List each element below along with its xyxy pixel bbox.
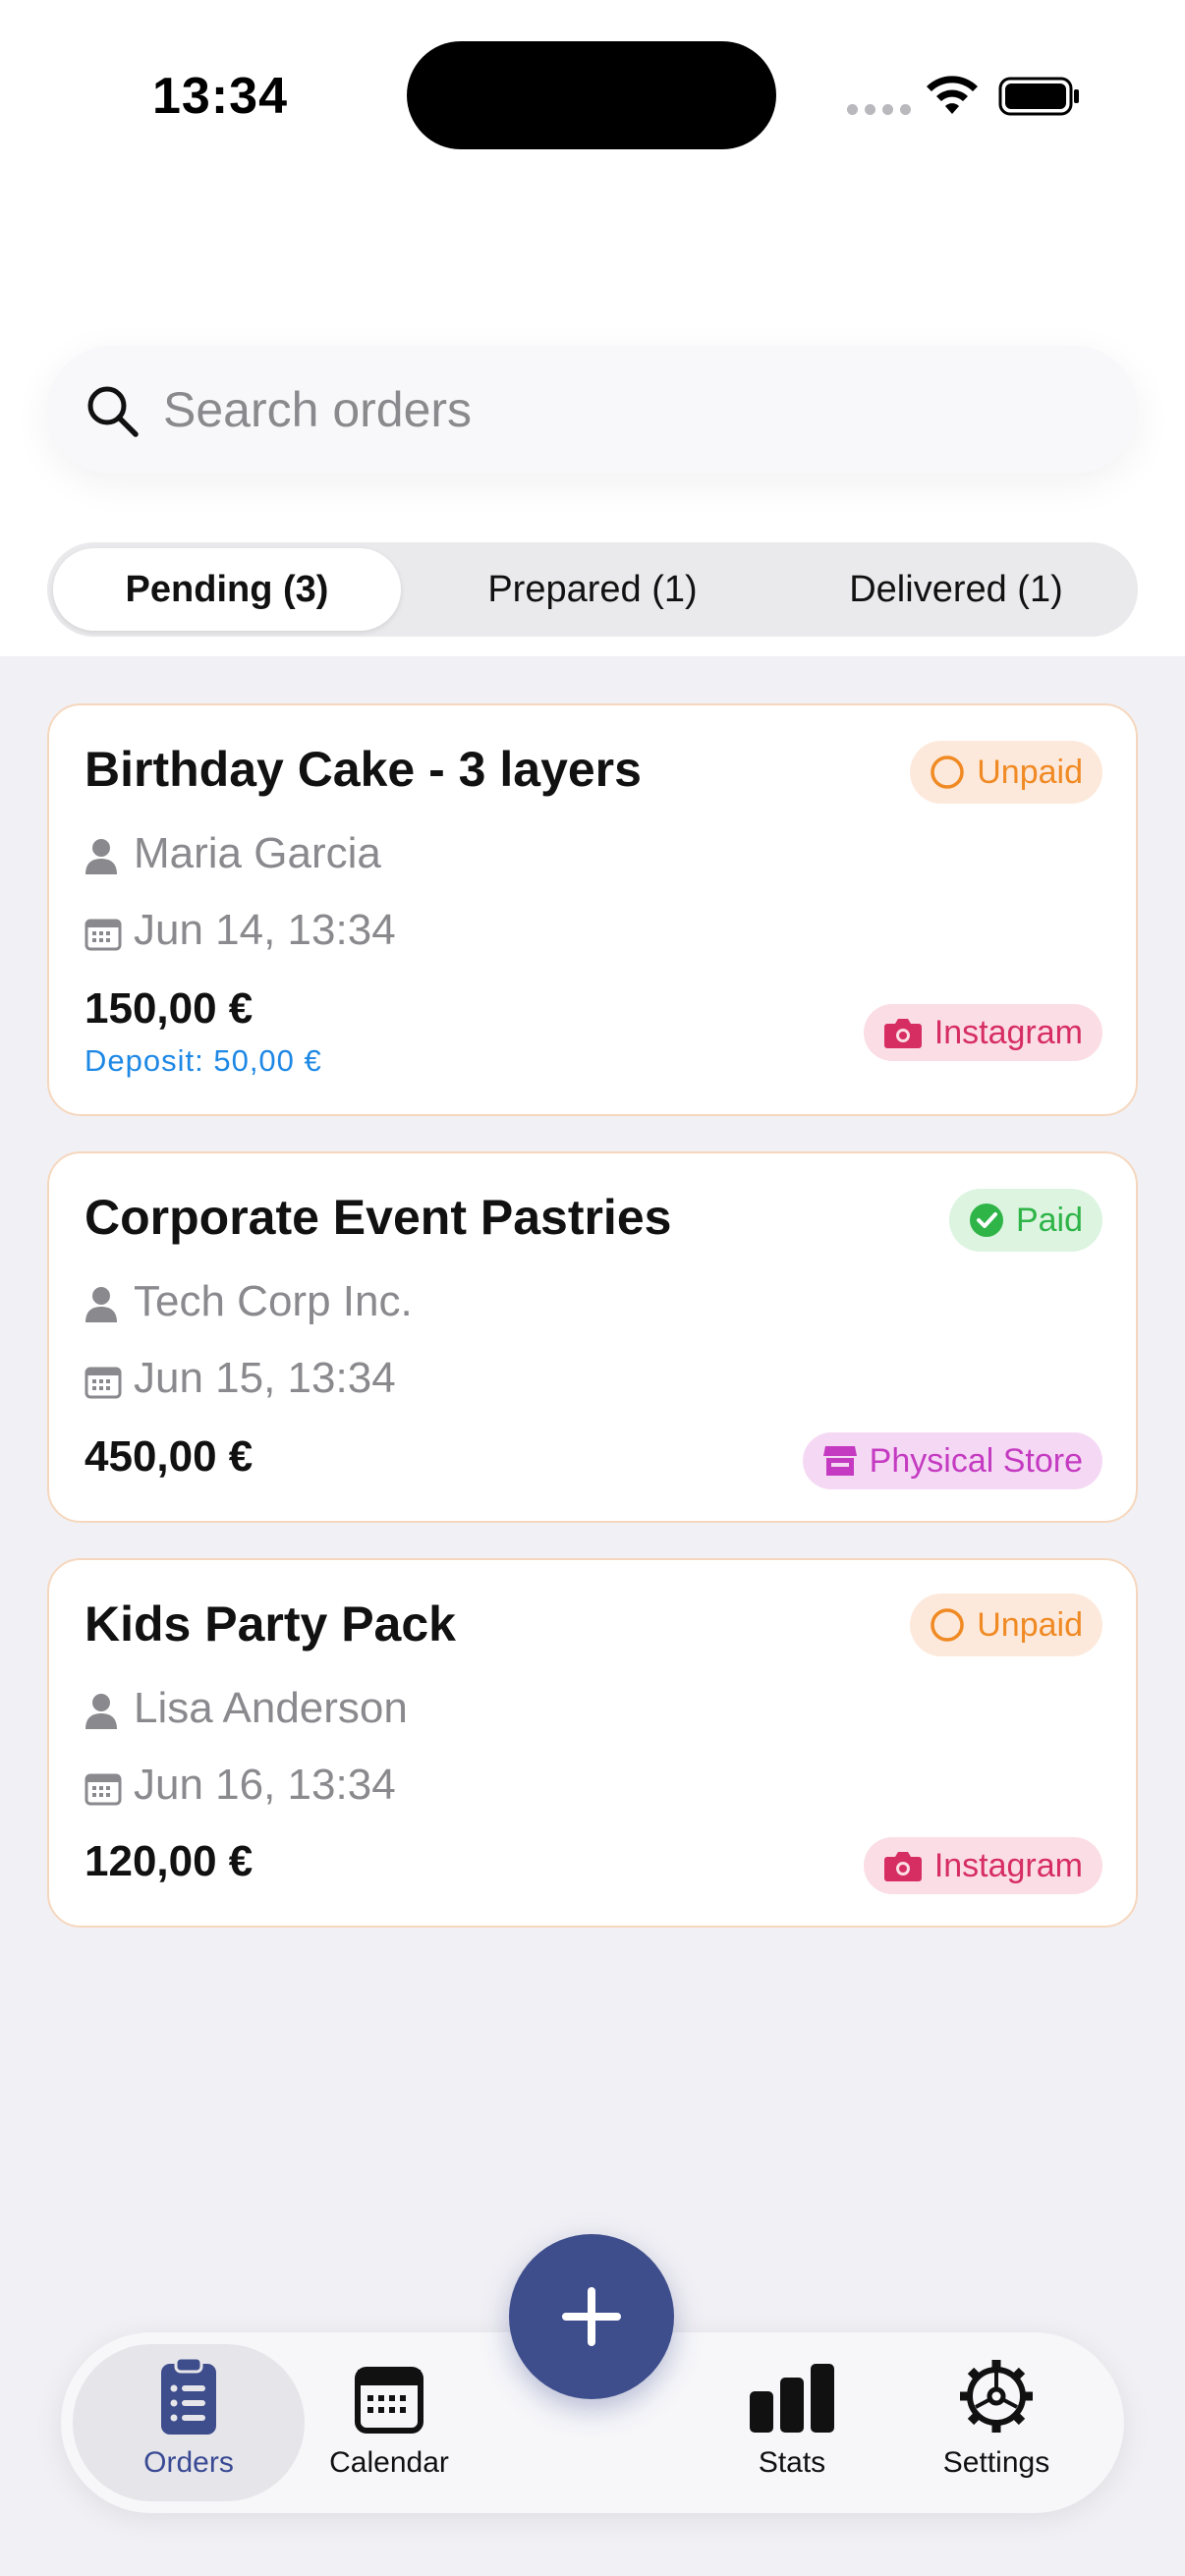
plus-icon [562,2287,621,2346]
payment-status-label: Unpaid [977,753,1083,791]
order-price: 150,00 € [85,984,254,1033]
calendar-icon [355,2367,423,2434]
tab-stats[interactable]: Stats [694,2356,890,2480]
battery-icon [998,77,1079,116]
customer-name: Maria Garcia [134,829,381,877]
segment-prepared[interactable]: Prepared (1) [419,548,766,631]
order-price: 120,00 € [85,1837,254,1885]
person-icon [85,1287,117,1322]
order-date: Jun 16, 13:34 [134,1761,396,1809]
payment-status-label: Paid [1015,1201,1083,1239]
tab-stats-label: Stats [758,2446,826,2479]
tab-settings[interactable]: Settings [898,2356,1095,2480]
tab-settings-label: Settings [942,2446,1050,2479]
search-input[interactable] [163,365,1106,454]
checkmark-circle-icon [969,1203,1004,1238]
customer-name: Lisa Anderson [134,1684,408,1732]
order-date: Jun 14, 13:34 [134,906,396,954]
cellular-signal-icon [847,104,911,115]
order-price: 450,00 € [85,1432,254,1481]
clipboard-list-icon [161,2356,216,2435]
circle-icon [930,755,965,790]
store-icon [822,1444,858,1478]
bar-chart-icon [750,2364,834,2433]
order-card[interactable]: Corporate Event Pastries Paid Tech Corp … [47,1151,1138,1523]
circle-icon [930,1607,965,1643]
channel-badge: Instagram [863,1004,1102,1061]
status-segmented-control: Pending (3) Prepared (1) Delivered (1) [47,542,1138,637]
calendar-icon [85,1367,122,1399]
person-icon [85,1694,117,1729]
search-icon [87,386,139,437]
channel-badge: Physical Store [802,1432,1102,1489]
add-order-button[interactable] [509,2234,674,2399]
calendar-icon [85,919,122,951]
wifi-icon [927,76,978,114]
channel-label: Instagram [933,1846,1083,1884]
channel-label: Physical Store [869,1441,1083,1480]
tab-calendar[interactable]: Calendar [291,2356,487,2480]
dynamic-island [407,41,776,149]
order-card[interactable]: Birthday Cake - 3 layers Unpaid Maria Ga… [47,703,1138,1116]
order-card[interactable]: Kids Party Pack Unpaid Lisa Anderson Jun… [47,1558,1138,1928]
payment-status-label: Unpaid [977,1605,1083,1644]
tab-orders[interactable]: Orders [90,2356,287,2480]
payment-status-badge: Unpaid [910,741,1102,804]
payment-status-badge: Unpaid [910,1594,1102,1656]
status-time: 13:34 [152,68,288,125]
order-title: Birthday Cake - 3 layers [85,742,642,797]
tab-orders-label: Orders [143,2446,234,2479]
order-title: Corporate Event Pastries [85,1190,672,1245]
deposit-amount: Deposit: 50,00 € [85,1043,322,1078]
payment-status-badge: Paid [948,1189,1102,1252]
gear-icon [960,2360,1033,2433]
calendar-icon [85,1773,122,1806]
channel-label: Instagram [933,1013,1083,1051]
customer-name: Tech Corp Inc. [134,1277,413,1325]
tab-calendar-label: Calendar [329,2446,449,2479]
camera-icon [883,1849,923,1882]
segment-delivered[interactable]: Delivered (1) [782,548,1130,631]
channel-badge: Instagram [863,1837,1102,1894]
camera-icon [883,1016,923,1049]
person-icon [85,839,117,874]
order-title: Kids Party Pack [85,1596,456,1652]
order-date: Jun 15, 13:34 [134,1354,396,1402]
segment-pending[interactable]: Pending (3) [53,548,401,631]
